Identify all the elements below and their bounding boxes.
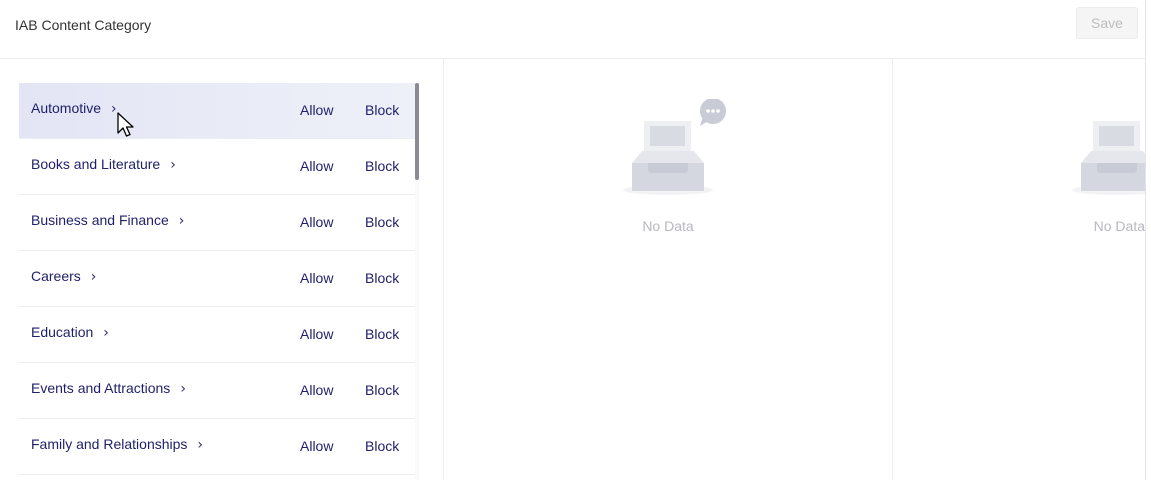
- category-label[interactable]: Education ›: [31, 324, 109, 341]
- category-row-books-and-literature[interactable]: Books and Literature › Allow Block: [19, 139, 415, 195]
- category-label[interactable]: Events and Attractions ›: [31, 380, 186, 397]
- block-button[interactable]: Block: [365, 270, 399, 286]
- chevron-right-icon[interactable]: ›: [197, 437, 203, 453]
- panel-divider: [443, 59, 444, 480]
- scrollbar-thumb[interactable]: [415, 83, 419, 180]
- empty-state-text: No Data: [1093, 218, 1145, 234]
- category-row-events-and-attractions[interactable]: Events and Attractions › Allow Block: [19, 363, 415, 419]
- panel-divider: [892, 59, 893, 480]
- mouse-pointer-icon: [117, 112, 134, 137]
- category-row-education[interactable]: Education › Allow Block: [19, 307, 415, 363]
- block-button[interactable]: Block: [365, 158, 399, 174]
- empty-state-text: No Data: [642, 218, 694, 234]
- chevron-right-icon[interactable]: ›: [103, 325, 109, 341]
- chevron-right-icon[interactable]: ›: [91, 269, 97, 285]
- category-row-business-and-finance[interactable]: Business and Finance › Allow Block: [19, 195, 415, 251]
- scrollbar-track[interactable]: [415, 83, 419, 480]
- allow-button[interactable]: Allow: [300, 214, 333, 230]
- block-button[interactable]: Block: [365, 326, 399, 342]
- category-row-careers[interactable]: Careers › Allow Block: [19, 251, 415, 307]
- chevron-right-icon[interactable]: ›: [179, 213, 185, 229]
- chevron-right-icon[interactable]: ›: [170, 157, 176, 173]
- allow-button[interactable]: Allow: [300, 158, 333, 174]
- save-button[interactable]: Save: [1076, 7, 1138, 39]
- allow-button[interactable]: Allow: [300, 102, 333, 118]
- category-label[interactable]: Family and Relationships ›: [31, 436, 203, 453]
- allow-button[interactable]: Allow: [300, 438, 333, 454]
- empty-inbox-icon: [623, 99, 726, 195]
- block-button[interactable]: Block: [365, 382, 399, 398]
- empty-state: No Data: [1057, 99, 1151, 234]
- category-row-automotive[interactable]: Automotive › Allow Block: [19, 83, 415, 139]
- empty-inbox-icon: [1072, 121, 1145, 195]
- page-title: IAB Content Category: [15, 17, 152, 33]
- category-list: Automotive › Allow Block Books and Litera…: [19, 83, 415, 475]
- chevron-right-icon[interactable]: ›: [180, 381, 186, 397]
- category-row-family-and-relationships[interactable]: Family and Relationships › Allow Block: [19, 419, 415, 475]
- empty-state: No Data: [608, 99, 728, 234]
- chevron-right-icon[interactable]: ›: [111, 101, 117, 117]
- allow-button[interactable]: Allow: [300, 270, 333, 286]
- category-label[interactable]: Careers ›: [31, 268, 96, 285]
- block-button[interactable]: Block: [365, 214, 399, 230]
- allow-button[interactable]: Allow: [300, 326, 333, 342]
- category-label[interactable]: Automotive ›: [31, 100, 117, 117]
- allow-button[interactable]: Allow: [300, 382, 333, 398]
- block-button[interactable]: Block: [365, 102, 399, 118]
- block-button[interactable]: Block: [365, 438, 399, 454]
- window-edge: [1145, 0, 1146, 480]
- category-label[interactable]: Books and Literature ›: [31, 156, 176, 173]
- page-header: IAB Content Category Save: [0, 0, 1146, 59]
- category-label[interactable]: Business and Finance ›: [31, 212, 184, 229]
